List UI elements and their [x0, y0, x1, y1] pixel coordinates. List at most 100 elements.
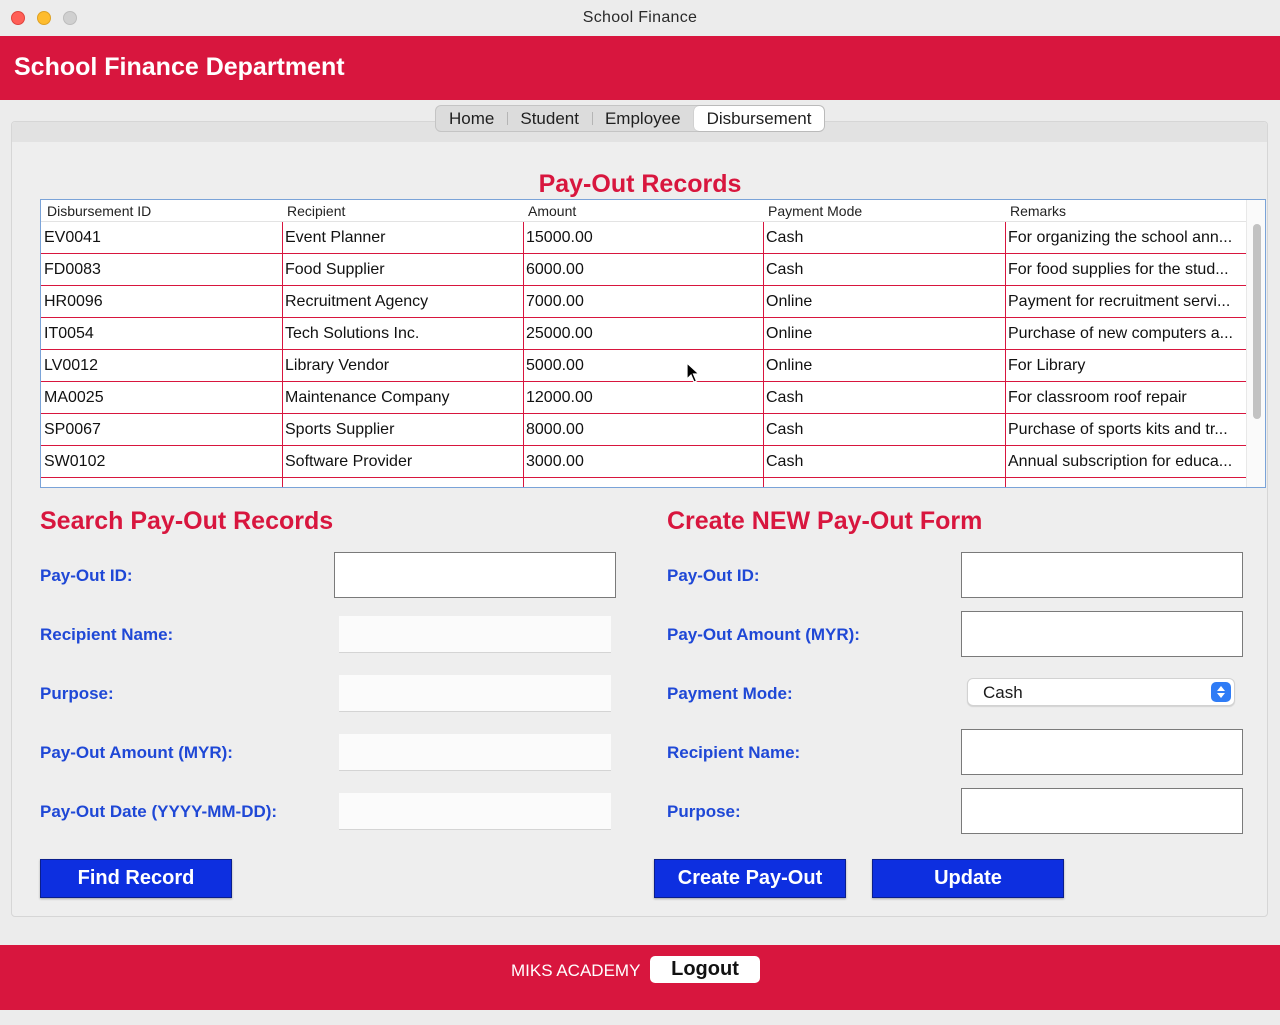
find-record-button[interactable]: Find Record — [40, 859, 232, 898]
table-cell: Cash — [766, 389, 804, 406]
table-cell: 15000.00 — [526, 229, 593, 246]
create-purpose-label: Purpose: — [667, 802, 741, 821]
table-cell: Online — [766, 325, 813, 342]
table-cell: 25000.00 — [526, 325, 593, 342]
search-date-label: Pay-Out Date (YYYY-MM-DD): — [40, 802, 278, 821]
tab-disbursement[interactable]: Disbursement — [693, 106, 825, 131]
column-header-payment-mode[interactable]: Payment Mode — [768, 203, 862, 219]
table-cell: Cash — [766, 453, 804, 470]
table-cell: For Library — [1008, 357, 1086, 374]
search-payout-id-label: Pay-Out ID: — [40, 566, 133, 585]
create-payout-button[interactable]: Create Pay-Out — [654, 859, 846, 898]
table-cell: Sports Supplier — [285, 421, 395, 438]
table-header: Disbursement ID Recipient Amount Payment… — [41, 200, 1246, 222]
create-amount-label: Pay-Out Amount (MYR): — [667, 625, 860, 644]
payment-mode-value: Cash — [983, 683, 1023, 702]
table-cell: Purchase of sports kits and tr... — [1008, 421, 1228, 438]
table-cell: Library Vendor — [285, 357, 390, 374]
records-title: Pay-Out Records — [538, 170, 742, 198]
table-cell: Online — [766, 293, 813, 310]
table-cell: Payment for recruitment servi... — [1008, 293, 1231, 310]
payment-mode-select[interactable]: Cash — [967, 678, 1235, 706]
table-cell: 12000.00 — [526, 389, 593, 406]
header-title: School Finance Department — [14, 53, 345, 81]
search-amount-label: Pay-Out Amount (MYR): — [40, 743, 233, 762]
column-header-remarks[interactable]: Remarks — [1010, 203, 1066, 219]
table-cell: Cash — [766, 421, 804, 438]
logout-button[interactable]: Logout — [650, 956, 760, 983]
table-row[interactable]: IT0054 Tech Solutions Inc. 25000.00 Online P… — [41, 318, 1246, 350]
tab-bar: Home Student Employee Disbursement — [435, 105, 826, 132]
table-cell: 6000.00 — [526, 261, 584, 278]
search-date-input[interactable] — [339, 793, 611, 830]
table-cell: Software Provider — [285, 453, 413, 470]
table-cell: EV0041 — [44, 229, 101, 246]
create-purpose-input[interactable] — [961, 788, 1243, 834]
tab-home[interactable]: Home — [436, 106, 507, 131]
search-recipient-input[interactable] — [339, 616, 611, 653]
create-recipient-label: Recipient Name: — [667, 743, 801, 762]
create-amount-input[interactable] — [961, 611, 1243, 657]
table-cell: 3000.00 — [526, 453, 584, 470]
column-divider — [523, 222, 524, 487]
table-cell: LV0012 — [44, 357, 98, 374]
table-cell: For food supplies for the stud... — [1008, 261, 1229, 278]
academy-name: MIKS ACADEMY — [511, 961, 641, 980]
create-payout-id-label: Pay-Out ID: — [667, 566, 760, 585]
scrollbar-thumb[interactable] — [1253, 224, 1261, 419]
app-footer: MIKS ACADEMY Logout — [0, 945, 1280, 1010]
search-payout-id-input[interactable] — [334, 552, 616, 598]
table-row[interactable]: SP0067 Sports Supplier 8000.00 Cash Purchase… — [41, 414, 1246, 446]
column-header-amount[interactable]: Amount — [528, 203, 576, 219]
tab-employee[interactable]: Employee — [591, 106, 694, 131]
create-recipient-input[interactable] — [961, 729, 1243, 775]
table-cell: 7000.00 — [526, 293, 584, 310]
search-title: Search Pay-Out Records — [40, 507, 334, 535]
table-cell: SW0102 — [44, 453, 106, 470]
search-purpose-input[interactable] — [339, 675, 611, 712]
table-cell: Food Supplier — [285, 261, 385, 278]
table-cell: Cash — [766, 261, 804, 278]
window-titlebar: School Finance — [0, 0, 1280, 36]
table-row[interactable]: MA0025 Maintenance Company 12000.00 Cash For… — [41, 382, 1246, 414]
search-recipient-label: Recipient Name: — [40, 625, 174, 644]
table-cell: 8000.00 — [526, 421, 584, 438]
column-divider — [1005, 222, 1006, 487]
table-cell: Event Planner — [285, 229, 386, 246]
column-header-recipient[interactable]: Recipient — [287, 203, 345, 219]
table-row[interactable]: FD0083 Food Supplier 6000.00 Cash For food s… — [41, 254, 1246, 286]
column-header-disbursement-id[interactable]: Disbursement ID — [47, 203, 151, 219]
table-cell: Purchase of new computers a... — [1008, 325, 1233, 342]
create-payout-id-input[interactable] — [961, 552, 1243, 598]
table-cell: Annual subscription for educa... — [1008, 453, 1233, 470]
table-row[interactable]: SW0102 Software Provider 3000.00 Cash Annual… — [41, 446, 1246, 478]
search-purpose-label: Purpose: — [40, 684, 114, 703]
table-cell: SP0067 — [44, 421, 101, 438]
mouse-pointer-icon — [686, 362, 700, 383]
table-scrollbar[interactable] — [1246, 200, 1265, 487]
app-header: School Finance Department — [0, 36, 1280, 100]
table-cell: IT0054 — [44, 325, 94, 342]
select-arrows-icon — [1211, 682, 1231, 702]
window-title: School Finance — [582, 9, 698, 26]
update-button[interactable]: Update — [872, 859, 1064, 898]
table-cell: Recruitment Agency — [285, 293, 429, 310]
table-cell: For organizing the school ann... — [1008, 229, 1233, 246]
table-cell: Tech Solutions Inc. — [285, 325, 420, 342]
window-bottom-edge — [0, 1010, 1280, 1025]
create-mode-label: Payment Mode: — [667, 684, 793, 703]
table-row[interactable]: HR0096 Recruitment Agency 7000.00 Online Pay… — [41, 286, 1246, 318]
column-divider — [282, 222, 283, 487]
search-amount-input[interactable] — [339, 734, 611, 771]
table-cell: FD0083 — [44, 261, 101, 278]
table-cell: Online — [766, 357, 813, 374]
table-cell: 5000.00 — [526, 357, 584, 374]
tab-student[interactable]: Student — [507, 106, 592, 131]
create-title: Create NEW Pay-Out Form — [667, 507, 983, 535]
table-row[interactable]: EV0041 Event Planner 15000.00 Cash For organ… — [41, 222, 1246, 254]
table-cell: For classroom roof repair — [1008, 389, 1187, 406]
table-cell: HR0096 — [44, 293, 103, 310]
table-cell: Cash — [766, 229, 804, 246]
records-table: Disbursement ID Recipient Amount Payment… — [40, 199, 1266, 488]
table-row[interactable]: LV0012 Library Vendor 5000.00 Online For Lib… — [41, 350, 1246, 382]
